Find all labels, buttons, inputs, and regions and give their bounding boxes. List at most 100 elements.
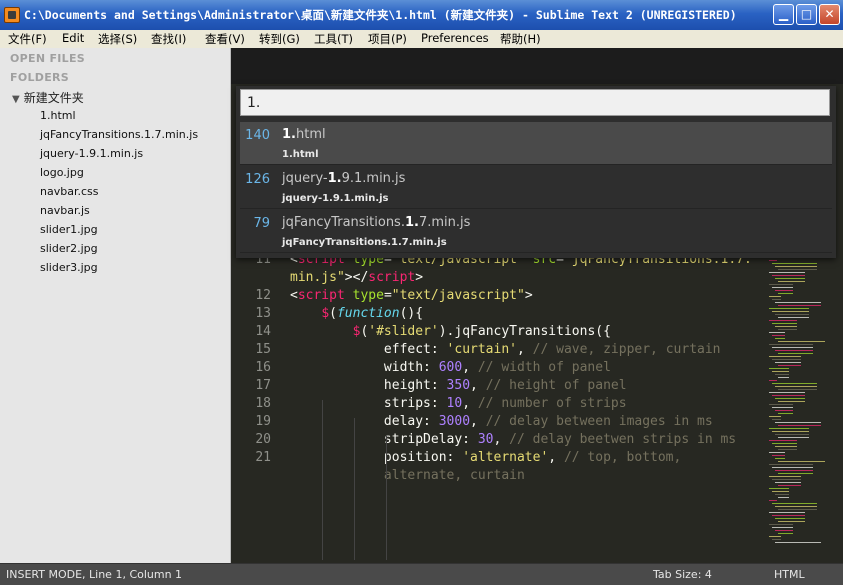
minimap-line [772,299,781,300]
minimap-line [775,458,785,459]
sidebar-file[interactable]: logo.jpg [40,166,84,179]
menu-view[interactable]: 查看(V) [205,31,245,47]
goto-anything-input[interactable]: 1. [240,89,830,116]
tab-bar [231,48,843,84]
code-line[interactable]: effect: 'curtain', // wave, zipper, curt… [290,342,721,357]
menu-help[interactable]: 帮助(H) [500,31,541,47]
code-line[interactable]: $(function(){ [290,306,423,321]
palette-result[interactable]: 79 jqFancyTransitions.1.7.min.js jqFancy… [240,210,832,253]
line-number: 18 [255,396,271,411]
code-token: // height of panel [485,378,627,393]
minimap-line [778,293,793,294]
line-number: 17 [255,378,271,393]
palette-result[interactable]: 126 jquery-1.9.1.min.js jquery-1.9.1.min… [240,166,832,209]
minimap-line [778,425,821,426]
minimap-line [775,266,817,267]
minimize-button[interactable]: ▁ [773,4,794,25]
code-token: , [462,396,478,411]
code-token: ).jqFancyTransitions({ [438,324,611,339]
status-tab-size[interactable]: Tab Size: 4 [653,568,712,581]
menu-find[interactable]: 查找(I) [151,31,186,47]
menu-goto[interactable]: 转到(G) [259,31,300,47]
sidebar-file[interactable]: jquery-1.9.1.min.js [40,147,143,160]
minimap-line [769,404,793,405]
minimap-line [778,485,801,486]
sidebar-file[interactable]: navbar.css [40,185,98,198]
line-number: 12 [255,288,271,303]
minimap-line [775,434,809,435]
code-line[interactable]: alternate, curtain [290,468,525,483]
disclosure-triangle-icon[interactable]: ▼ [12,94,20,105]
menu-edit[interactable]: Edit [62,31,84,45]
code-line[interactable]: <script type="text/javascript"> [290,288,533,303]
sidebar-file[interactable]: 1.html [40,109,76,122]
menu-file[interactable]: 文件(F) [8,31,47,47]
minimap-line [778,521,805,522]
sidebar-file[interactable]: slider2.jpg [40,242,98,255]
code-line[interactable]: strips: 10, // number of strips [290,396,627,411]
minimap-line [772,263,817,264]
code-line[interactable]: width: 600, // width of panel [290,360,611,375]
indent-guide [322,400,323,560]
minimap-line [778,461,825,462]
minimap-line [778,389,817,390]
code-line[interactable]: height: 350, // height of panel [290,378,627,393]
code-line[interactable]: position: 'alternate', // top, bottom, [290,450,681,465]
folders-heading: FOLDERS [10,71,70,84]
minimap-line [772,395,805,396]
minimap-line [769,380,777,381]
menu-selection[interactable]: 选择(S) [98,31,137,47]
code-token: , [470,414,486,429]
line-number: 19 [255,414,271,429]
minimap-line [772,491,789,492]
minimap-line [778,305,821,306]
code-token: "text/javascript" [391,288,525,303]
sublime-app-icon [4,7,20,23]
menu-tools[interactable]: 工具(T) [314,31,353,47]
minimap-line [772,443,797,444]
code-line[interactable]: $('#slider').jqFancyTransitions({ [290,324,611,339]
minimap-line [778,281,805,282]
minimap-line [775,386,817,387]
indent-guide [386,436,387,560]
minimap-line [769,500,777,501]
code-line[interactable]: min.js"></script> [290,270,423,285]
minimap[interactable] [769,260,829,560]
line-number: 21 [255,450,271,465]
maximize-button[interactable]: □ [796,4,817,25]
close-button[interactable]: ✕ [819,4,840,25]
minimap-line [775,374,789,375]
minimap-line [775,518,805,519]
sidebar-folder[interactable]: ▼ 新建文件夹 [12,89,84,106]
minimap-line [775,314,809,315]
open-files-heading: OPEN FILES [10,52,86,65]
minimap-line [772,455,785,456]
sidebar-file[interactable]: slider3.jpg [40,261,98,274]
status-syntax[interactable]: HTML [774,568,805,581]
line-number: 13 [255,306,271,321]
minimap-line [769,536,781,537]
palette-result[interactable]: 140 1.html 1.html [240,122,832,165]
code-token: // top, bottom, [563,450,682,465]
code-token: 350 [446,378,471,393]
code-token: , [517,342,533,357]
code-token: strips: [290,396,447,411]
minimap-line [775,482,801,483]
minimap-line [772,479,801,480]
code-token: min.js" [290,270,345,285]
window-titlebar[interactable]: C:\Documents and Settings\Administrator\… [0,0,843,31]
code-token: stripDelay: [290,432,478,447]
code-line[interactable]: stripDelay: 30, // delay beetwen strips … [290,432,736,447]
sidebar-file[interactable]: jqFancyTransitions.1.7.min.js [40,128,198,141]
code-token: , [462,360,478,375]
menu-project[interactable]: 项目(P) [368,31,407,47]
minimap-line [778,365,801,366]
code-token: 600 [438,360,463,375]
sidebar-file[interactable]: slider1.jpg [40,223,98,236]
minimap-line [769,308,809,309]
status-bar: INSERT MODE, Line 1, Column 1 Tab Size: … [0,563,843,585]
result-path: 1.html [282,149,319,160]
sidebar-file[interactable]: navbar.js [40,204,90,217]
menu-preferences[interactable]: Preferences [421,31,489,45]
code-token: > [415,270,424,285]
